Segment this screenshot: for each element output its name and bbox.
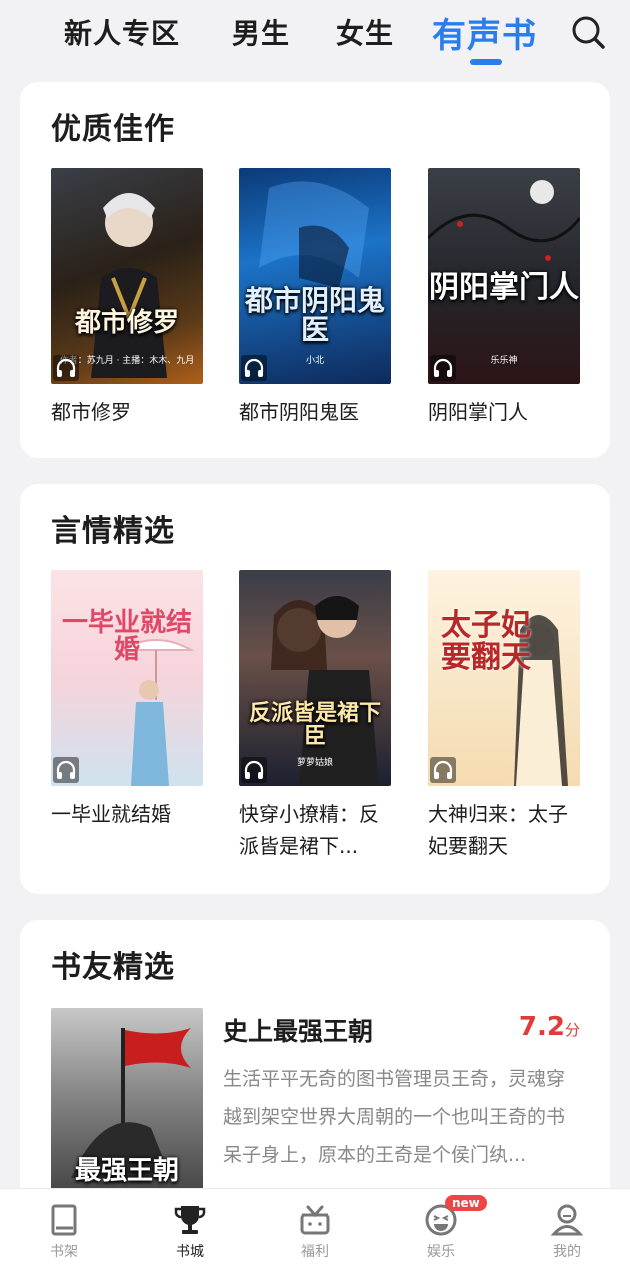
book-title[interactable]: 都市修罗 <box>51 396 203 428</box>
book-cover: 都市修罗 作者：苏九月 · 主播：木木、九月 <box>51 168 203 384</box>
cover-figure <box>514 615 568 786</box>
book-card[interactable]: 反派皆是裙下臣 萝萝姑娘 快穿小撩精：反派皆是裙下... <box>239 570 391 862</box>
nav-entertainment[interactable]: new 娱乐 <box>401 1195 487 1261</box>
book-card[interactable]: 阴阳掌门人 乐乐神 阴阳掌门人 <box>428 168 580 428</box>
cover-title: 阴阳掌门人 <box>429 270 579 305</box>
cover-figure <box>271 596 379 786</box>
nav-bookstore[interactable]: 书城 <box>150 1201 230 1261</box>
top-tab-bar: 新人专区 男生 女生 有声书 <box>0 0 630 80</box>
book-card[interactable]: 都市修罗 作者：苏九月 · 主播：木木、九月 都市修罗 <box>51 168 203 428</box>
headphone-icon <box>430 355 456 381</box>
cover-title: 反派皆是裙下臣 <box>248 700 381 750</box>
section-romance-picks: 言情精选 一毕业就结婚 一毕业就结婚 反派皆是裙下臣 萝萝姑娘 快穿小撩精：反派… <box>20 484 610 894</box>
featured-book-title[interactable]: 史上最强王朝 <box>223 1012 373 1048</box>
book-cover: 一毕业就结婚 <box>51 570 203 786</box>
tab-female[interactable]: 女生 <box>336 12 394 52</box>
section-title: 优质佳作 <box>51 112 175 147</box>
cover-figure <box>117 639 195 786</box>
bottom-navigation: 书架 书城 福利 new 娱乐 我的 <box>0 1188 630 1280</box>
headphone-icon <box>241 355 267 381</box>
book-title[interactable]: 快穿小撩精：反派皆是裙下... <box>239 798 391 862</box>
bookshelf-icon <box>51 1204 77 1236</box>
book-cover: 阴阳掌门人 乐乐神 <box>428 168 580 384</box>
nav-profile[interactable]: 我的 <box>527 1201 607 1261</box>
nav-welfare[interactable]: 福利 <box>275 1201 355 1261</box>
nav-bookshelf[interactable]: 书架 <box>24 1201 104 1261</box>
cover-title: 都市阴阳鬼医 <box>244 284 385 347</box>
tab-newcomer[interactable]: 新人专区 <box>64 12 180 52</box>
featured-book-description: 生活平平无奇的图书管理员王奇，灵魂穿越到架空世界大周朝的一个也叫王奇的书呆子身上… <box>223 1068 566 1166</box>
gift-icon <box>300 1205 330 1235</box>
book-cover: 反派皆是裙下臣 萝萝姑娘 <box>239 570 391 786</box>
book-title[interactable]: 一毕业就结婚 <box>51 798 203 830</box>
cover-title: 太子妃要翻天 <box>441 608 531 675</box>
new-badge: new <box>445 1195 487 1211</box>
nav-label: 娱乐 <box>427 1244 455 1260</box>
cover-title: 都市修罗 <box>74 308 179 338</box>
featured-book-cover[interactable]: 最强王朝 <box>51 1008 203 1208</box>
book-card[interactable]: 都市阴阳鬼医 小北 都市阴阳鬼医 <box>239 168 391 428</box>
cover-figure <box>91 193 167 378</box>
cover-figure <box>259 181 369 288</box>
book-card[interactable]: 太子妃要翻天 大神归来：太子妃要翻天 <box>428 570 580 862</box>
nav-label: 书架 <box>50 1244 78 1260</box>
rating-score: 7.2分 <box>518 1012 580 1042</box>
tab-audiobook[interactable]: 有声书 <box>432 8 537 57</box>
search-icon[interactable] <box>570 14 606 50</box>
book-card[interactable]: 一毕业就结婚 一毕业就结婚 <box>51 570 203 830</box>
trophy-icon <box>174 1206 206 1234</box>
book-cover: 太子妃要翻天 <box>428 570 580 786</box>
book-title[interactable]: 大神归来：太子妃要翻天 <box>428 798 580 862</box>
tab-male[interactable]: 男生 <box>232 12 290 52</box>
nav-label: 我的 <box>553 1244 581 1260</box>
book-cover: 都市阴阳鬼医 小北 <box>239 168 391 384</box>
section-reader-picks: 书友精选 最强王朝 史上最强王朝 7.2分 生活平平无奇的图书管理员王奇，灵魂穿… <box>20 920 610 1220</box>
nav-label: 书城 <box>176 1244 204 1260</box>
cover-title: 最强王朝 <box>74 1156 179 1186</box>
book-title[interactable]: 阴阳掌门人 <box>428 396 580 428</box>
cover-title: 一毕业就结婚 <box>61 608 192 666</box>
section-title: 书友精选 <box>51 950 175 985</box>
headphone-icon <box>241 757 267 783</box>
profile-icon <box>550 1204 584 1236</box>
nav-label: 福利 <box>301 1244 329 1260</box>
section-title: 言情精选 <box>51 514 175 549</box>
headphone-icon <box>430 757 456 783</box>
book-title[interactable]: 都市阴阳鬼医 <box>239 396 391 428</box>
section-quality-works: 优质佳作 都市修罗 作者：苏九月 · 主播：木木、九月 都市修罗 都市阴阳鬼医 … <box>20 82 610 458</box>
headphone-icon <box>53 355 79 381</box>
active-tab-indicator <box>470 59 502 65</box>
headphone-icon <box>53 757 79 783</box>
